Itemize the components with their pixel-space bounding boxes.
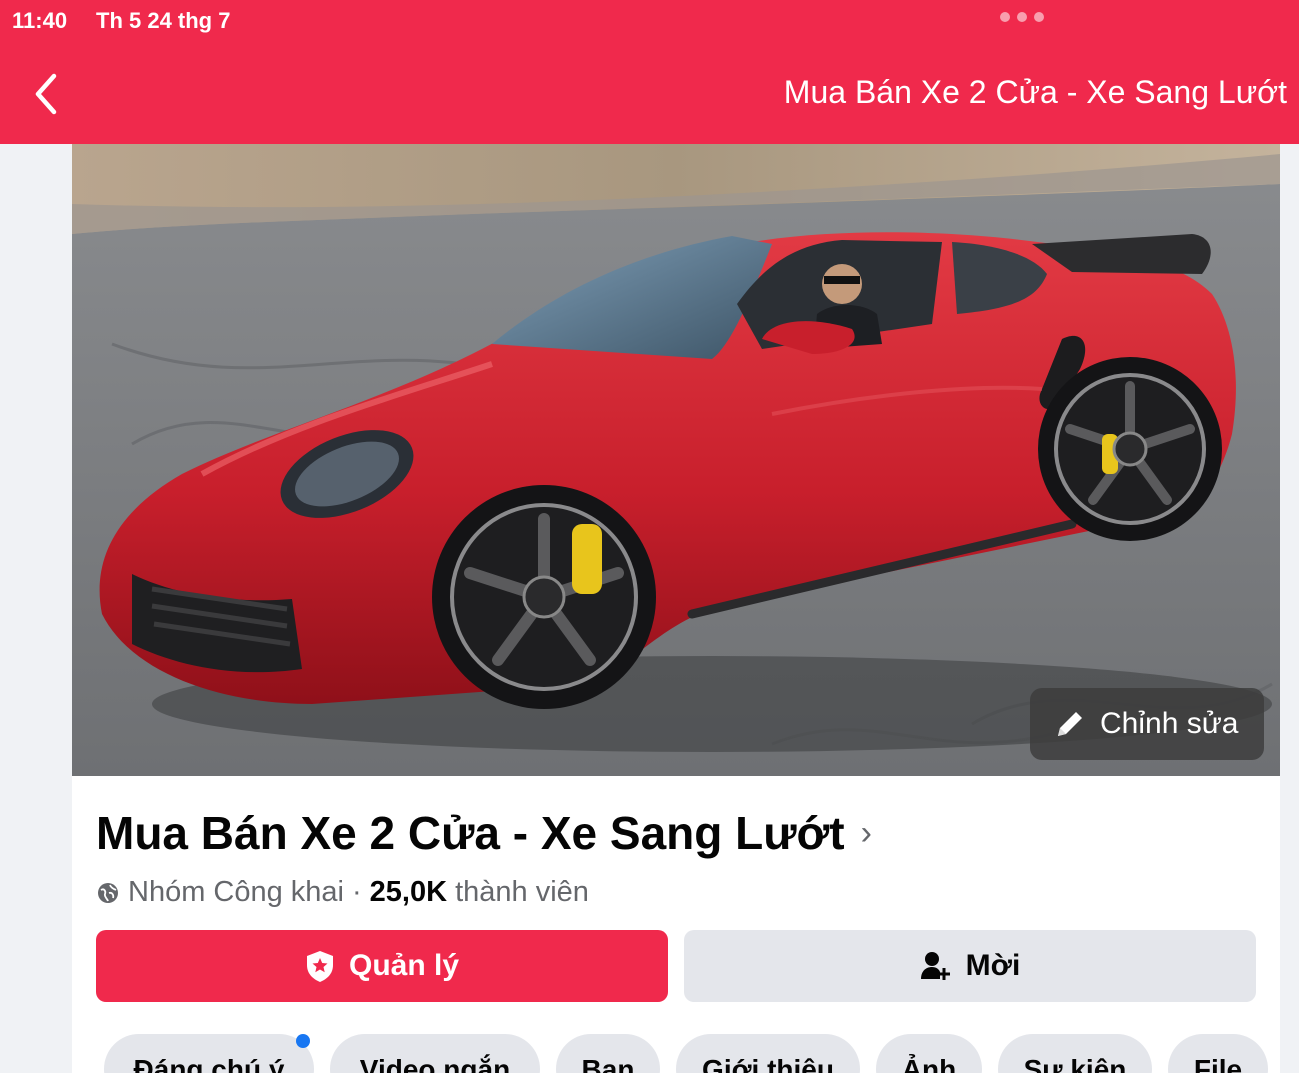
status-bar: 11:40 Th 5 24 thg 7 (0, 0, 1299, 44)
tab-label: Ảnh (901, 1054, 957, 1073)
nav-title: Mua Bán Xe 2 Cửa - Xe Sang Lướt (783, 74, 1287, 110)
tab-label: File (1193, 1054, 1243, 1073)
manage-label: Quản lý (348, 949, 460, 982)
tab-short-videos[interactable]: Video ngắn (330, 1034, 540, 1073)
group-header-card: Chỉnh sửa Mua Bán Xe 2 Cửa - Xe Sang Lướ… (72, 144, 1280, 1073)
nav-bar: Mua Bán Xe 2 Cửa - Xe Sang Lướt (0, 44, 1299, 144)
chevron-left-icon (35, 73, 57, 115)
tab-featured[interactable]: Đáng chú ý (104, 1034, 314, 1073)
tab-friends[interactable]: Bạn (556, 1034, 660, 1073)
multitasking-dots-icon[interactable] (1000, 12, 1044, 22)
tab-photos[interactable]: Ảnh (876, 1034, 982, 1073)
invite-button[interactable]: Mời (684, 930, 1256, 1002)
meta-separator: · (352, 876, 362, 908)
edit-cover-label: Chỉnh sửa (1100, 707, 1239, 740)
member-suffix: thành viên (455, 876, 589, 908)
tab-files[interactable]: File (1168, 1034, 1268, 1073)
chevron-right-icon: › (860, 813, 872, 852)
group-meta: Nhóm Công khai · 25,0K thành viên (96, 876, 589, 909)
tab-label: Sự kiện (1023, 1054, 1127, 1073)
tab-label: Giới thiệu (702, 1054, 834, 1073)
invite-label: Mời (965, 949, 1021, 982)
cover-image (72, 144, 1280, 776)
tab-events[interactable]: Sự kiện (998, 1034, 1152, 1073)
add-person-icon (920, 952, 950, 980)
privacy-label: Nhóm Công khai (128, 876, 344, 908)
group-name: Mua Bán Xe 2 Cửa - Xe Sang Lướt (96, 807, 845, 859)
tab-about[interactable]: Giới thiệu (676, 1034, 860, 1073)
tab-label: Video ngắn (359, 1054, 511, 1073)
tab-label: Bạn (581, 1054, 635, 1073)
manage-button[interactable]: Quản lý (96, 930, 668, 1002)
notification-dot (296, 1034, 310, 1048)
status-time: 11:40 (12, 8, 68, 33)
back-button[interactable] (30, 72, 66, 116)
pencil-icon (1058, 712, 1082, 736)
status-date: Th 5 24 thg 7 (96, 8, 231, 33)
tab-label: Đáng chú ý (133, 1054, 285, 1073)
member-count: 25,0K (369, 876, 448, 908)
globe-icon (98, 882, 118, 903)
shield-star-icon (306, 951, 333, 982)
cover-photo[interactable]: Chỉnh sửa (72, 144, 1280, 776)
edit-cover-button[interactable]: Chỉnh sửa (1030, 688, 1264, 760)
group-name-link[interactable]: Mua Bán Xe 2 Cửa - Xe Sang Lướt › (96, 806, 872, 860)
